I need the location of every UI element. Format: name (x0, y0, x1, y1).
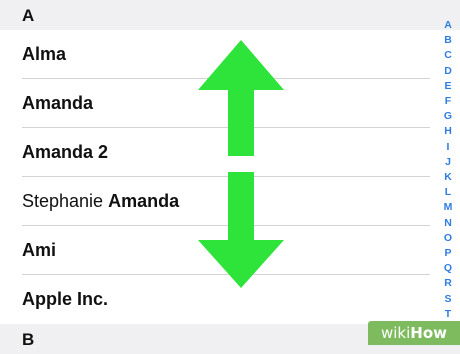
index-letter[interactable]: S (444, 292, 451, 307)
index-letter[interactable]: C (444, 48, 452, 63)
contact-name: Amanda (22, 93, 93, 114)
index-letter[interactable]: J (445, 155, 451, 170)
contact-name: Stephanie Amanda (22, 191, 179, 212)
contact-name: Apple Inc. (22, 289, 108, 310)
index-letter[interactable]: D (444, 64, 452, 79)
section-header-a: A (0, 0, 460, 30)
alphabet-index-bar[interactable]: A B C D E F G H I J K L M N O P Q R S T (438, 18, 458, 322)
contact-last-name: Ami (22, 240, 57, 260)
contact-first-name: Stephanie (22, 191, 109, 211)
down-arrow-icon (198, 172, 284, 288)
index-letter[interactable]: F (445, 94, 451, 109)
watermark-part1: wiki (380, 324, 411, 342)
index-letter[interactable]: E (444, 79, 451, 94)
index-letter[interactable]: B (444, 33, 452, 48)
index-letter[interactable]: T (445, 307, 451, 322)
index-letter[interactable]: N (444, 216, 452, 231)
contact-name: Amanda 2 (22, 142, 108, 163)
contact-last-name: Amanda 2 (22, 142, 109, 162)
index-letter[interactable]: P (444, 246, 451, 261)
wikihow-watermark: wiki How (368, 321, 460, 345)
contact-last-name: Amanda (108, 191, 180, 211)
index-letter[interactable]: L (445, 185, 451, 200)
index-letter[interactable]: G (444, 109, 452, 124)
watermark-part2: How (410, 324, 447, 342)
index-letter[interactable]: I (447, 140, 450, 155)
index-letter[interactable]: M (444, 200, 453, 215)
double-vertical-arrow-icon (198, 40, 284, 288)
index-letter[interactable]: Q (444, 261, 452, 276)
contact-last-name: Alma (22, 44, 67, 64)
up-arrow-icon (198, 40, 284, 156)
index-letter[interactable]: K (444, 170, 452, 185)
section-header-label: A (22, 6, 35, 25)
index-letter[interactable]: A (444, 18, 452, 33)
section-header-label: B (22, 330, 35, 349)
index-letter[interactable]: H (444, 124, 452, 139)
index-letter[interactable]: O (444, 231, 452, 246)
contact-last-name: Amanda (22, 93, 94, 113)
contact-last-name: Apple Inc. (22, 289, 109, 309)
contact-name: Alma (22, 44, 66, 65)
index-letter[interactable]: R (444, 276, 452, 291)
contact-name: Ami (22, 240, 56, 261)
